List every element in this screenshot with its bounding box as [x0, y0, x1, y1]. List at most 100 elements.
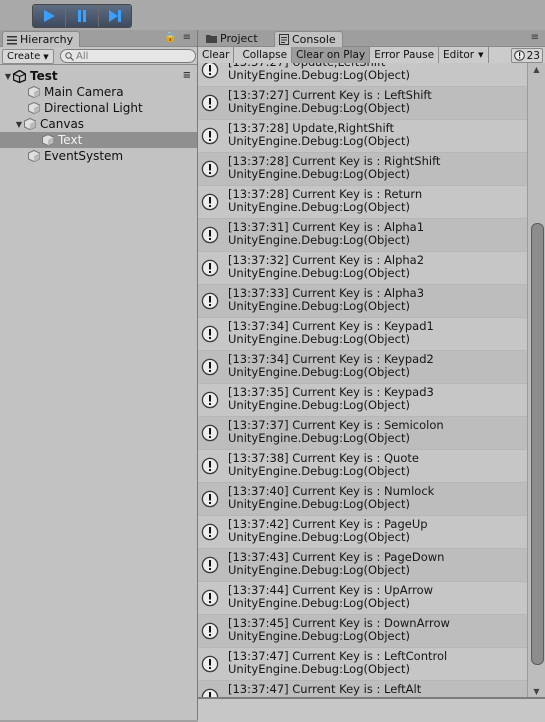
log-info-icon — [198, 120, 222, 152]
console-icon — [279, 34, 289, 45]
log-text: [13:37:28] Update,RightShift UnityEngine.… — [222, 120, 410, 148]
log-info-icon — [198, 417, 222, 449]
create-label: Create — [7, 51, 41, 62]
tree-item-canvas[interactable]: ▼ Canvas — [0, 116, 197, 132]
log-text: [13:37:38] Current Key is : Quote UnityEn… — [222, 450, 419, 478]
log-entry[interactable]: [13:37:45] Current Key is : DownArrow Uni… — [198, 615, 528, 648]
tree-item-label: Main Camera — [44, 85, 124, 99]
tree-item-label: Text — [58, 133, 83, 147]
collapse-button[interactable]: Collapse — [238, 47, 293, 63]
create-dropdown[interactable]: Create ▼ — [2, 49, 54, 64]
tab-hierarchy[interactable]: Hierarchy — [2, 31, 81, 47]
scene-row[interactable]: ▼ Test ≡ — [0, 68, 197, 84]
log-info-icon — [198, 615, 222, 647]
log-stacktrace: UnityEngine.Debug:Log(Object) — [228, 464, 410, 478]
tree-item-eventsystem[interactable]: EventSystem — [0, 148, 197, 164]
scroll-down-icon[interactable]: ▼ — [528, 685, 545, 697]
log-entry[interactable]: [13:37:34] Current Key is : Keypad2 Unity… — [198, 351, 528, 384]
search-placeholder: All — [76, 50, 89, 62]
log-info-icon — [198, 450, 222, 482]
log-entry[interactable]: [13:37:27] Current Key is : LeftShift Uni… — [198, 87, 528, 120]
log-entry[interactable]: [13:37:33] Current Key is : Alpha3 UnityE… — [198, 285, 528, 318]
pause-icon — [78, 10, 86, 22]
log-entry[interactable]: [13:37:27] Update,LeftShiftUnityEngine.D… — [198, 63, 528, 87]
project-tab-label: Project — [220, 32, 258, 45]
gameobject-icon — [24, 118, 36, 130]
log-entry[interactable]: [13:37:34] Current Key is : Keypad1 Unity… — [198, 318, 528, 351]
console-panel: Project Console ≡ Clear Collapse Clear o… — [198, 30, 545, 722]
log-text: [13:37:34] Current Key is : Keypad1 Unity… — [222, 318, 434, 346]
log-stacktrace: UnityEngine.Debug:Log(Object) — [228, 365, 410, 379]
tree-item-directional-light[interactable]: Directional Light — [0, 100, 197, 116]
log-entry[interactable]: [13:37:28] Current Key is : Return UnityE… — [198, 186, 528, 219]
log-stacktrace: UnityEngine.Debug:Log(Object) — [228, 596, 410, 610]
expand-arrow-icon[interactable]: ▼ — [14, 120, 24, 129]
hierarchy-subbar: Create ▼ All — [0, 47, 197, 65]
editor-dropdown[interactable]: Editor ▼ — [439, 47, 489, 63]
log-entry[interactable]: [13:37:37] Current Key is : Semicolon Uni… — [198, 417, 528, 450]
log-stacktrace: UnityEngine.Debug:Log(Object) — [228, 266, 410, 280]
play-icon — [44, 10, 55, 22]
console-detail-pane — [198, 697, 545, 722]
scene-menu-icon[interactable]: ≡ — [183, 70, 191, 81]
log-stacktrace: UnityEngine.Debug:Log(Object) — [228, 629, 410, 643]
info-icon — [513, 50, 525, 61]
step-icon — [109, 10, 121, 22]
editor-label: Editor — [443, 49, 475, 61]
tree-item-text[interactable]: Text — [0, 132, 197, 148]
log-info-icon — [198, 318, 222, 350]
hierarchy-tree: ▼ Test ≡ Main Camera Directional Light ▼… — [0, 65, 197, 164]
log-entry[interactable]: [13:37:47] Current Key is : LeftControl U… — [198, 648, 528, 681]
log-text: [13:37:37] Current Key is : Semicolon Uni… — [222, 417, 444, 445]
clear-on-play-button[interactable]: Clear on Play — [292, 47, 371, 63]
log-entry[interactable]: [13:37:31] Current Key is : Alpha1 UnityE… — [198, 219, 528, 252]
log-text: [13:37:42] Current Key is : PageUp UnityE… — [222, 516, 428, 544]
pause-button[interactable] — [66, 5, 99, 27]
log-entry[interactable]: [13:37:40] Current Key is : Numlock Unity… — [198, 483, 528, 516]
log-entry[interactable]: [13:37:28] Current Key is : RightShift Un… — [198, 153, 528, 186]
log-stacktrace: UnityEngine.Debug:Log(Object) — [228, 662, 410, 676]
panel-menu-icon[interactable]: ≡ — [183, 32, 191, 43]
log-info-icon — [198, 285, 222, 317]
log-stacktrace: UnityEngine.Debug:Log(Object) — [228, 530, 410, 544]
lock-icon[interactable]: 🔒 — [164, 32, 176, 43]
expand-arrow-icon[interactable]: ▼ — [3, 72, 13, 81]
log-text: [13:37:31] Current Key is : Alpha1 UnityE… — [222, 219, 424, 247]
scrollbar-thumb[interactable] — [531, 223, 544, 665]
log-entry[interactable]: [13:37:32] Current Key is : Alpha2 UnityE… — [198, 252, 528, 285]
search-input[interactable]: All — [60, 49, 196, 63]
log-entry[interactable]: [13:37:47] Current Key is : LeftAltUnity… — [198, 681, 528, 697]
error-pause-button[interactable]: Error Pause — [370, 47, 440, 63]
scroll-up-icon[interactable]: ▲ — [528, 63, 545, 75]
gameobject-icon — [28, 86, 40, 98]
tree-item-main-camera[interactable]: Main Camera — [0, 84, 197, 100]
gameobject-icon — [28, 102, 40, 114]
log-entry[interactable]: [13:37:35] Current Key is : Keypad3 Unity… — [198, 384, 528, 417]
log-info-icon — [198, 351, 222, 383]
log-stacktrace: UnityEngine.Debug:Log(Object) — [228, 200, 410, 214]
log-stacktrace: UnityEngine.Debug:Log(Object) — [228, 497, 410, 511]
log-entry[interactable]: [13:37:28] Update,RightShift UnityEngine.… — [198, 120, 528, 153]
log-text: [13:37:47] Current Key is : LeftAltUnity… — [222, 681, 421, 698]
log-entry[interactable]: [13:37:42] Current Key is : PageUp UnityE… — [198, 516, 528, 549]
log-count-toggle[interactable]: 23 — [510, 48, 543, 63]
log-stacktrace: UnityEngine.Debug:Log(Object) — [228, 167, 410, 181]
log-info-icon — [198, 384, 222, 416]
clear-button[interactable]: Clear — [198, 47, 235, 63]
log-entry[interactable]: [13:37:43] Current Key is : PageDown Unit… — [198, 549, 528, 582]
log-text: [13:37:35] Current Key is : Keypad3 Unity… — [222, 384, 434, 412]
tree-item-label: EventSystem — [44, 149, 124, 163]
log-entry[interactable]: [13:37:44] Current Key is : UpArrow Unity… — [198, 582, 528, 615]
log-stacktrace: UnityEngine.Debug:Log(Object) — [228, 299, 410, 313]
hierarchy-tab-icons: 🔒 ≡ — [164, 32, 191, 43]
step-button[interactable] — [99, 5, 131, 27]
log-text: [13:37:40] Current Key is : Numlock Unity… — [222, 483, 434, 511]
tab-console[interactable]: Console — [274, 31, 343, 47]
panel-menu-icon[interactable]: ≡ — [531, 32, 539, 43]
play-button[interactable] — [33, 5, 66, 27]
tab-project[interactable]: Project — [202, 31, 264, 46]
console-scrollbar[interactable]: ▲ ▼ — [527, 63, 545, 697]
tree-item-label: Directional Light — [44, 101, 143, 115]
log-entry[interactable]: [13:37:38] Current Key is : Quote UnityEn… — [198, 450, 528, 483]
log-info-icon — [198, 87, 222, 119]
